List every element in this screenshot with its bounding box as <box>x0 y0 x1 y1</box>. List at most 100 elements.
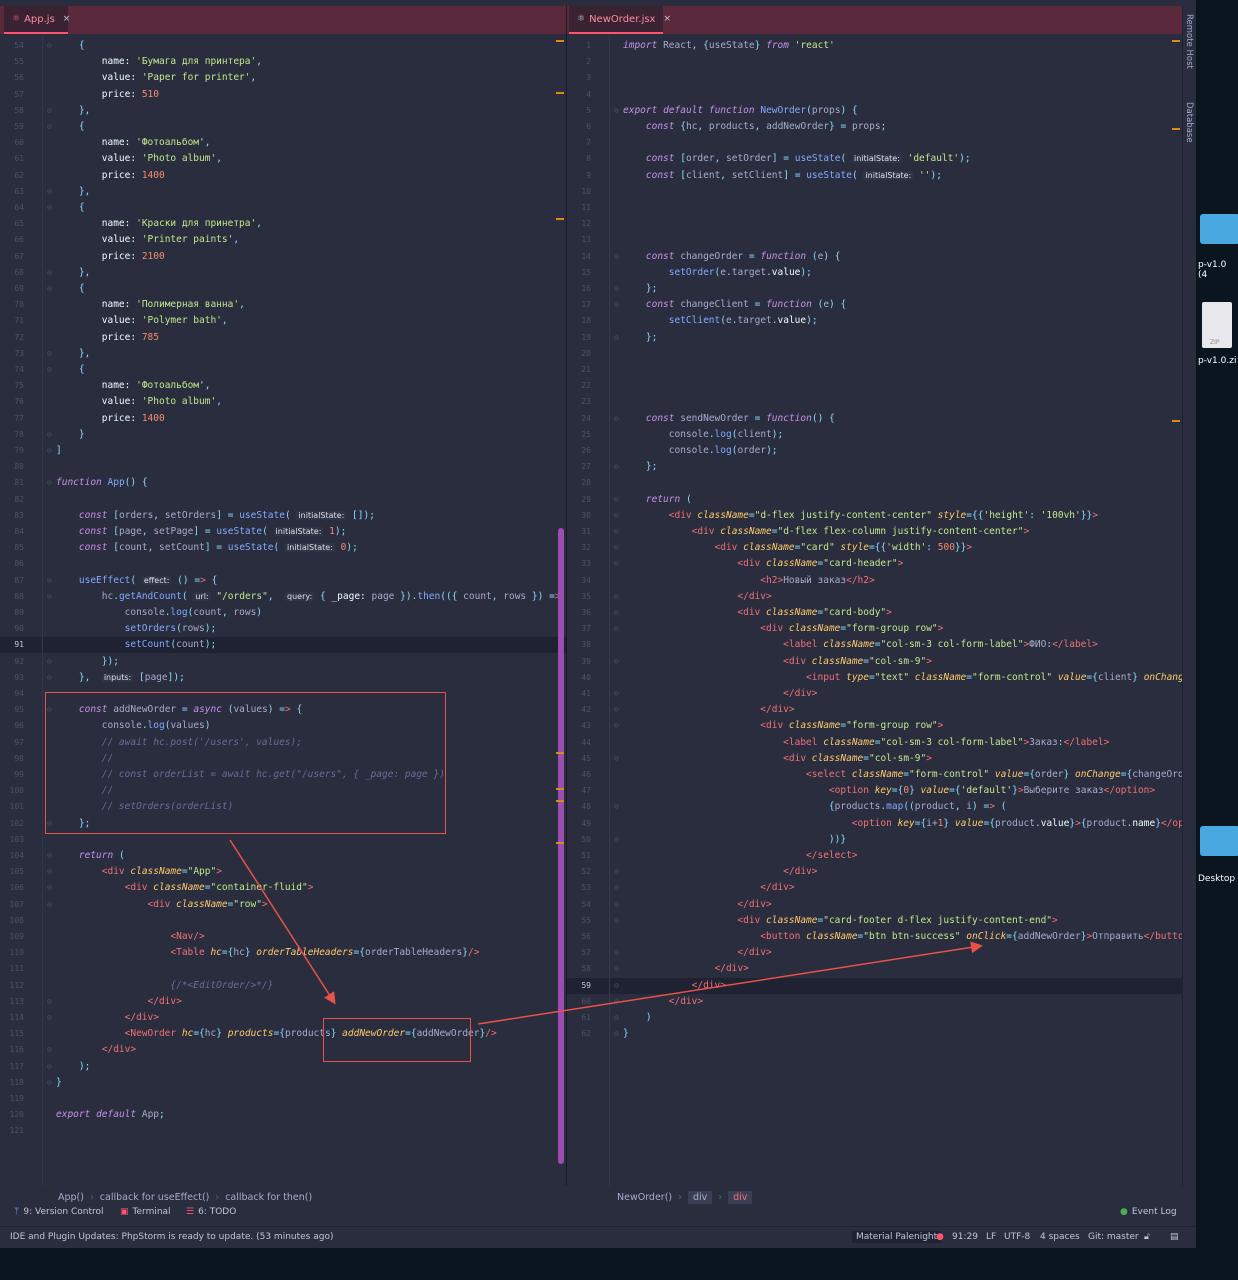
tab-neworder-jsx[interactable]: ⚛ NewOrder.jsx × <box>569 6 671 34</box>
right-code-line[interactable]: setOrder(e.target.value); <box>623 265 812 281</box>
left-line-number[interactable]: 114 <box>0 1010 24 1026</box>
fold-marker-icon[interactable]: ⊖ <box>47 443 52 459</box>
breadcrumb-item[interactable]: App() <box>58 1192 84 1203</box>
left-code-line[interactable]: }, <box>56 103 90 119</box>
fold-marker-icon[interactable]: ⊖ <box>47 897 52 913</box>
left-line-number[interactable]: 70 <box>0 297 24 313</box>
lock-icon[interactable]: 🔓︎ <box>1144 1232 1150 1242</box>
fold-marker-icon[interactable]: ⊖ <box>47 184 52 200</box>
left-line-number[interactable]: 109 <box>0 929 24 945</box>
fold-marker-icon[interactable]: ⊖ <box>47 994 52 1010</box>
left-line-number[interactable]: 103 <box>0 832 24 848</box>
left-line-number[interactable]: 69 <box>0 281 24 297</box>
fold-marker-icon[interactable]: ⊖ <box>614 702 619 718</box>
left-line-number[interactable]: 64 <box>0 200 24 216</box>
change-marker[interactable] <box>556 752 564 754</box>
left-line-number[interactable]: 108 <box>0 913 24 929</box>
fold-marker-icon[interactable]: ⊖ <box>614 832 619 848</box>
fold-marker-icon[interactable]: ⊖ <box>614 621 619 637</box>
breadcrumb-item[interactable]: NewOrder() <box>617 1192 672 1203</box>
left-code-line[interactable]: ); <box>56 1059 90 1075</box>
left-code-line[interactable]: { <box>56 200 85 216</box>
right-line-number[interactable]: 42 <box>567 702 591 718</box>
right-code-line[interactable]: <div className="d-flex flex-column justi… <box>623 524 1030 540</box>
change-marker[interactable] <box>556 788 564 790</box>
right-code-line[interactable]: </select> <box>623 848 858 864</box>
left-line-number[interactable]: 115 <box>0 1026 24 1042</box>
fold-marker-icon[interactable]: ⊖ <box>47 475 52 491</box>
fold-marker-icon[interactable]: ⊖ <box>614 864 619 880</box>
fold-marker-icon[interactable]: ⊖ <box>614 556 619 572</box>
right-line-number[interactable]: 11 <box>567 200 591 216</box>
left-line-number[interactable]: 118 <box>0 1075 24 1091</box>
left-line-number[interactable]: 76 <box>0 394 24 410</box>
fold-marker-icon[interactable]: ⊖ <box>614 994 619 1010</box>
left-code-line[interactable]: export default App; <box>56 1107 165 1123</box>
left-code-line[interactable]: price: 1400 <box>56 411 165 427</box>
right-line-number[interactable]: 29 <box>567 492 591 508</box>
left-editor[interactable]: 54 ⊖ {55 name: 'Бумага для принтера', 56 v… <box>0 36 566 1186</box>
left-code-line[interactable]: const [count, setCount] = useState( init… <box>56 540 358 556</box>
right-line-number[interactable]: 56 <box>567 929 591 945</box>
right-line-number[interactable]: 46 <box>567 767 591 783</box>
todo-button[interactable]: ☰ 6: TODO <box>186 1207 236 1217</box>
fold-marker-icon[interactable]: ⊖ <box>614 249 619 265</box>
right-line-number[interactable]: 62 <box>567 1026 591 1042</box>
left-line-number[interactable]: 101 <box>0 799 24 815</box>
fold-marker-icon[interactable]: ⊖ <box>614 686 619 702</box>
right-line-number[interactable]: 33 <box>567 556 591 572</box>
fold-marker-icon[interactable]: ⊖ <box>614 799 619 815</box>
close-icon[interactable]: × <box>663 14 671 24</box>
right-line-number[interactable]: 25 <box>567 427 591 443</box>
fold-marker-icon[interactable]: ⊖ <box>614 978 619 994</box>
right-line-number[interactable]: 15 <box>567 265 591 281</box>
right-code-line[interactable]: </div> <box>623 880 794 896</box>
breadcrumb-item[interactable]: callback for useEffect() <box>100 1192 210 1203</box>
right-line-number[interactable]: 55 <box>567 913 591 929</box>
right-code-line[interactable]: } <box>623 1026 629 1042</box>
change-marker[interactable] <box>556 800 564 802</box>
right-code-line[interactable]: <label className="col-sm-3 col-form-labe… <box>623 637 1098 653</box>
right-code-line[interactable]: <div className="form-group row"> <box>623 718 943 734</box>
right-line-number[interactable]: 43 <box>567 718 591 734</box>
theme-indicator[interactable]: Material Palenight <box>852 1231 942 1243</box>
left-code-line[interactable]: price: 2100 <box>56 249 165 265</box>
right-code-line[interactable]: <option key={0} value={'default'}>Выбери… <box>623 783 1155 799</box>
right-line-number[interactable]: 39 <box>567 654 591 670</box>
left-line-number[interactable]: 90 <box>0 621 24 637</box>
left-line-number[interactable]: 91 <box>0 637 24 653</box>
right-line-number[interactable]: 7 <box>567 135 591 151</box>
fold-marker-icon[interactable]: ⊖ <box>614 897 619 913</box>
right-code-line[interactable]: </div> <box>623 686 817 702</box>
left-code-line[interactable]: name: 'Краски для принетра', <box>56 216 262 232</box>
fold-marker-icon[interactable]: ⊖ <box>614 411 619 427</box>
right-line-number[interactable]: 27 <box>567 459 591 475</box>
left-line-number[interactable]: 97 <box>0 735 24 751</box>
left-line-number[interactable]: 66 <box>0 232 24 248</box>
right-line-number[interactable]: 47 <box>567 783 591 799</box>
left-line-number[interactable]: 55 <box>0 54 24 70</box>
right-line-number[interactable]: 31 <box>567 524 591 540</box>
right-code-line[interactable]: const [client, setClient] = useState( in… <box>623 168 942 184</box>
folder-icon[interactable] <box>1200 826 1238 856</box>
right-code-line[interactable]: <select className="form-control" value={… <box>623 767 1182 783</box>
change-marker[interactable] <box>1172 420 1180 422</box>
fold-marker-icon[interactable]: ⊖ <box>614 913 619 929</box>
left-code-line[interactable]: {/*<EditOrder/>*/} <box>56 978 273 994</box>
right-line-number[interactable]: 52 <box>567 864 591 880</box>
fold-marker-icon[interactable]: ⊖ <box>47 654 52 670</box>
right-code-line[interactable]: </div> <box>623 978 726 994</box>
left-line-number[interactable]: 120 <box>0 1107 24 1123</box>
right-code-line[interactable]: }; <box>623 281 657 297</box>
breadcrumb-item[interactable]: div <box>728 1190 753 1204</box>
right-code-line[interactable]: </div> <box>623 945 771 961</box>
left-code-line[interactable]: price: 1400 <box>56 168 165 184</box>
left-code-line[interactable]: { <box>56 38 85 54</box>
right-code-line[interactable]: const sendNewOrder = function() { <box>623 411 835 427</box>
right-line-number[interactable]: 10 <box>567 184 591 200</box>
right-editor[interactable]: 1 import React, {useState} from 'react' 2 3… <box>567 36 1182 1186</box>
right-line-number[interactable]: 28 <box>567 475 591 491</box>
left-code-line[interactable]: } <box>56 427 85 443</box>
right-line-number[interactable]: 57 <box>567 945 591 961</box>
left-line-number[interactable]: 102 <box>0 816 24 832</box>
